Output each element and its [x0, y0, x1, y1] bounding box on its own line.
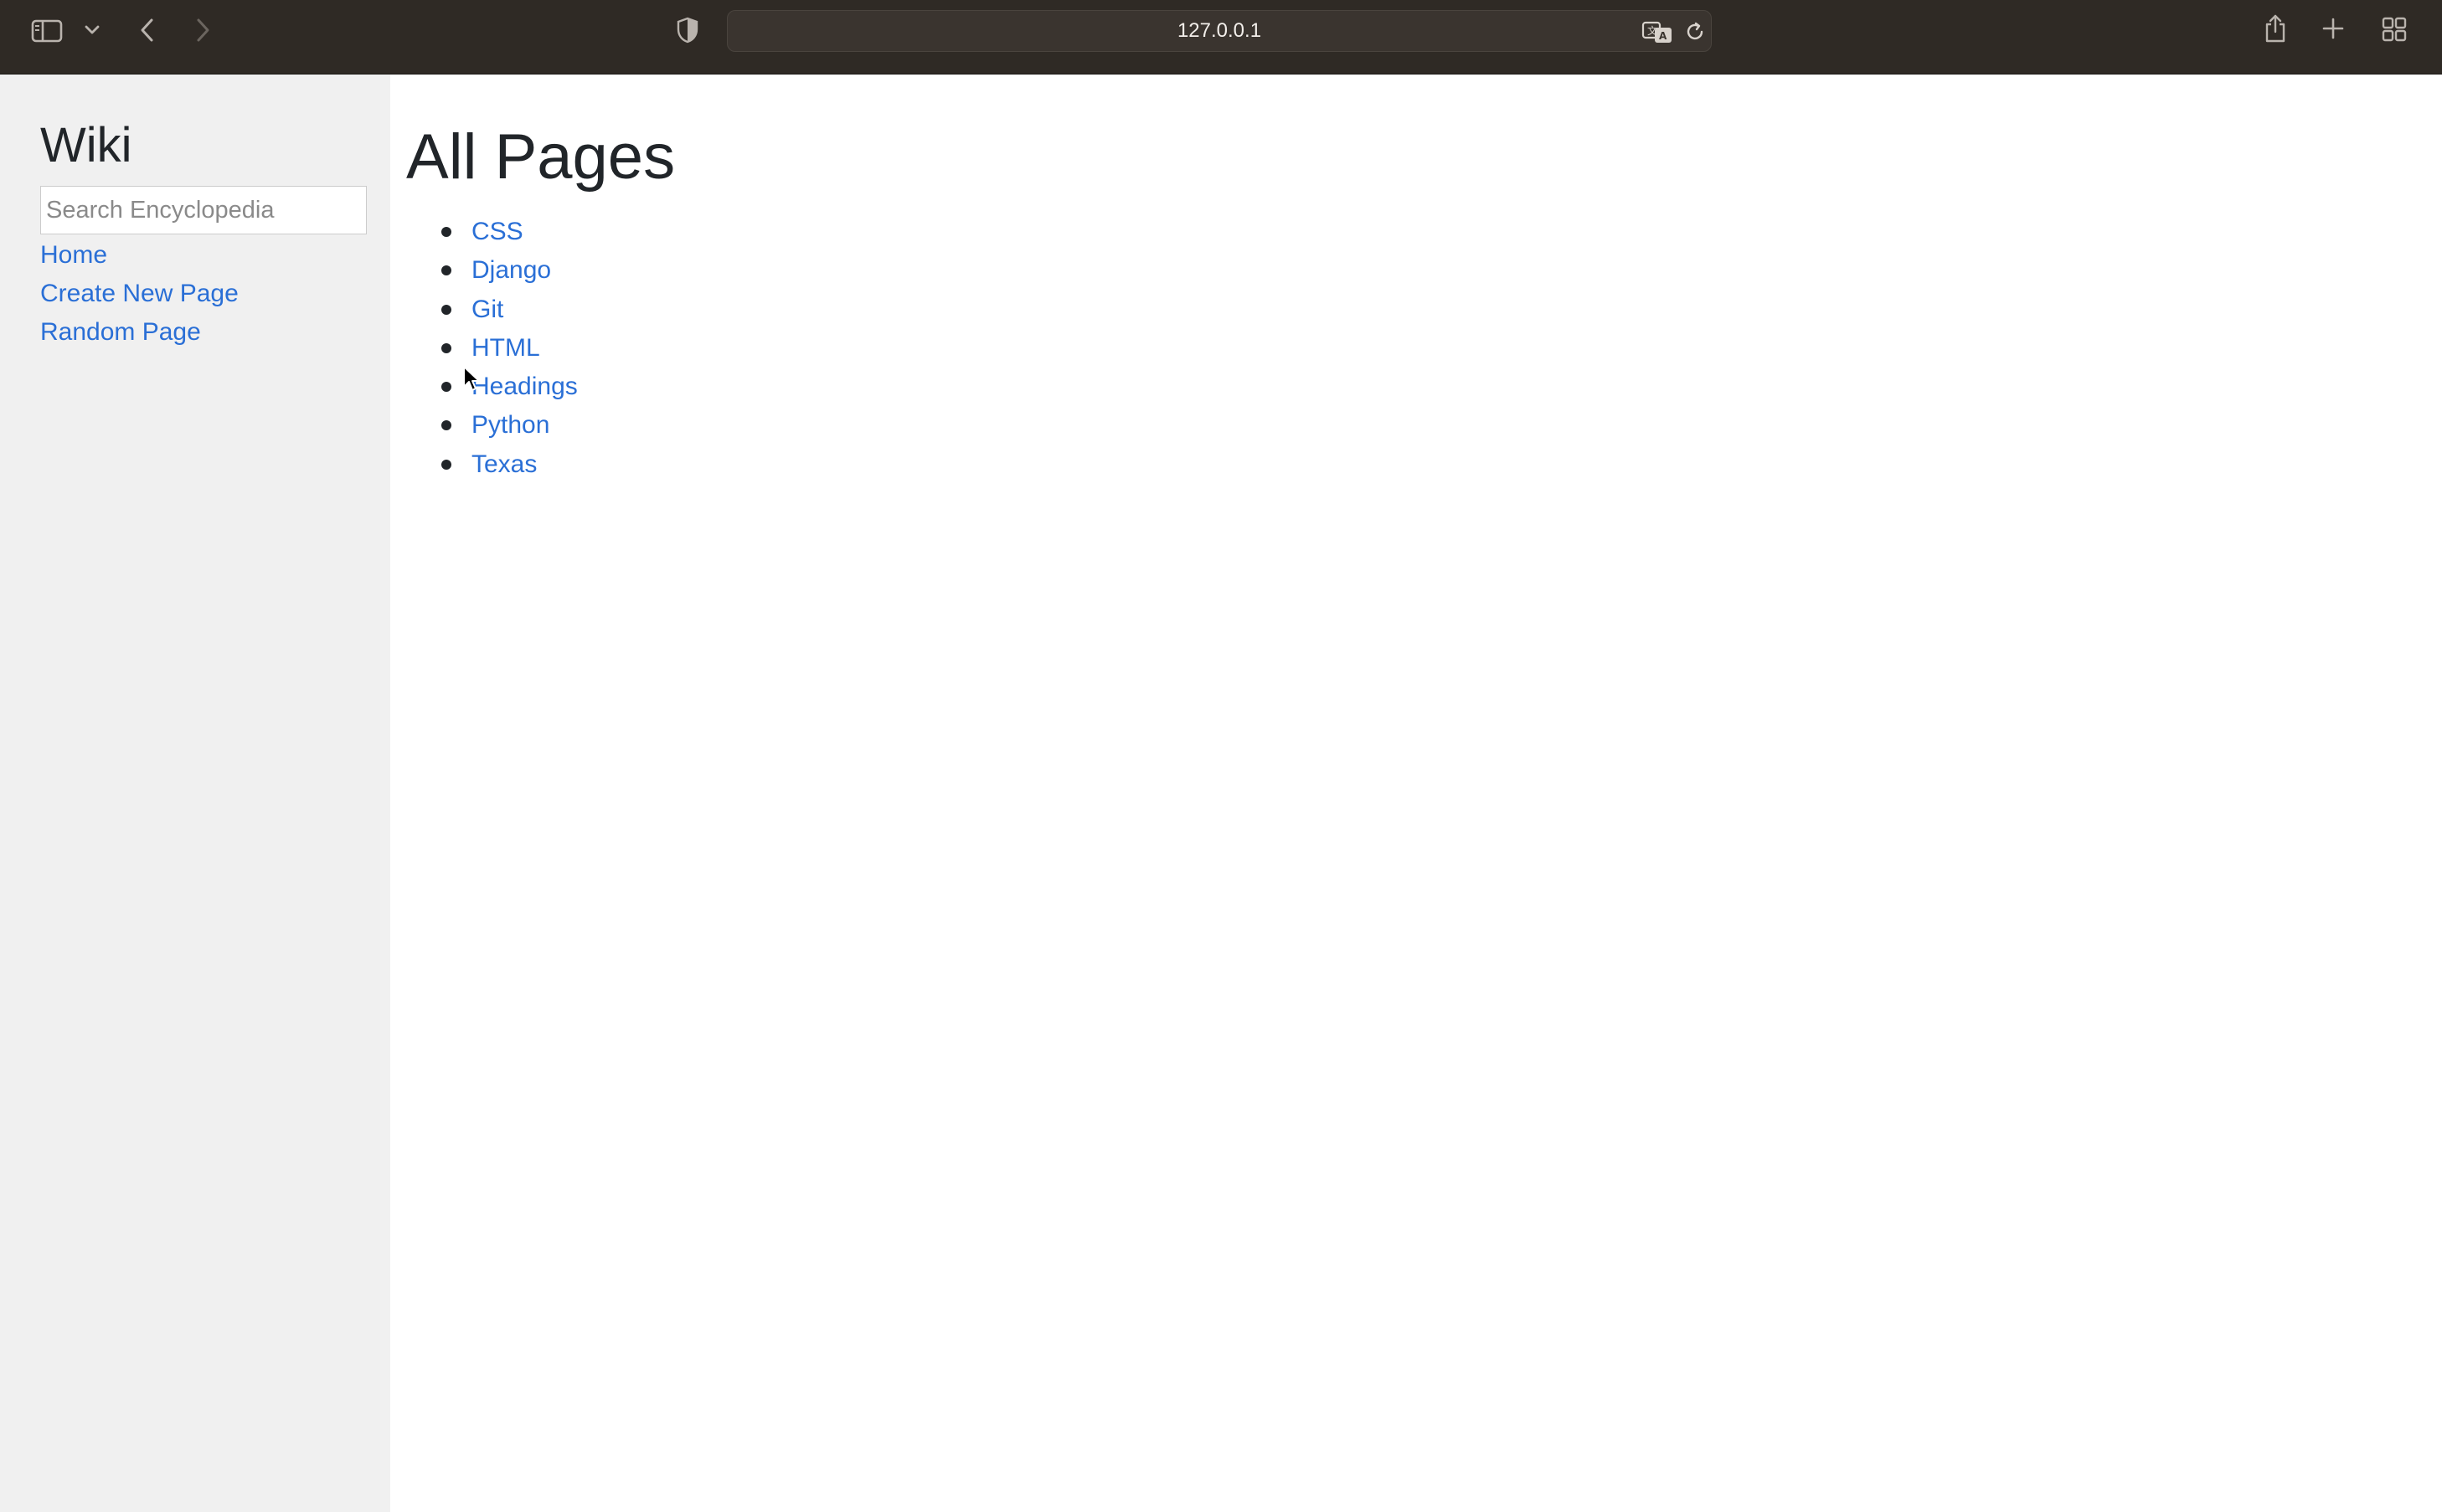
search-input[interactable] — [40, 186, 367, 234]
list-item: Python — [406, 406, 578, 445]
new-tab-button[interactable] — [2320, 15, 2347, 42]
sidebar: Wiki Home Create New Page Random Page — [0, 75, 390, 1512]
page-link-python[interactable]: Python — [471, 411, 549, 439]
list-item: HTML — [406, 329, 578, 368]
url-text: 127.0.0.1 — [1177, 19, 1262, 42]
sidebar-toggle-button[interactable] — [30, 17, 64, 45]
list-item: Texas — [406, 445, 578, 484]
list-item: Django — [406, 251, 578, 290]
privacy-shield-icon — [677, 17, 698, 44]
bullet — [441, 459, 451, 470]
page-list: CSS Django Git HTML Headings Python Texa… — [406, 213, 578, 484]
sidebar-toggle-icon — [31, 19, 63, 43]
svg-text:文: 文 — [1647, 24, 1657, 37]
chevron-down-icon — [85, 25, 100, 34]
site-title: Wiki — [40, 118, 132, 172]
bullet — [441, 227, 451, 237]
page-link-django[interactable]: Django — [471, 256, 551, 284]
translate-button[interactable]: 文 A — [1641, 18, 1674, 46]
sidebar-link-home[interactable]: Home — [40, 240, 107, 270]
tab-overview-button[interactable] — [2380, 15, 2409, 44]
sidebar-menu-button[interactable] — [82, 20, 102, 40]
sidebar-link-create-new-page[interactable]: Create New Page — [40, 279, 239, 309]
page-link-headings[interactable]: Headings — [471, 373, 578, 400]
forward-icon — [197, 18, 209, 42]
reload-button[interactable] — [1682, 19, 1708, 44]
reload-icon — [1687, 22, 1703, 40]
bullet — [441, 265, 451, 276]
list-item: Git — [406, 291, 578, 329]
back-button[interactable] — [134, 15, 159, 45]
page-link-git[interactable]: Git — [471, 296, 503, 323]
page-title: All Pages — [406, 121, 676, 193]
browser-toolbar: 127.0.0.1 文 A — [0, 0, 2442, 75]
list-item: CSS — [406, 213, 578, 251]
bullet — [441, 382, 451, 393]
back-icon — [141, 18, 153, 42]
forward-button[interactable] — [191, 15, 216, 45]
tab-overview-icon — [2382, 17, 2407, 42]
mouse-pointer-icon — [463, 366, 480, 391]
svg-text:A: A — [1659, 30, 1667, 42]
page-link-css[interactable]: CSS — [471, 218, 523, 245]
share-button[interactable] — [2261, 12, 2290, 45]
privacy-report-button[interactable] — [675, 15, 700, 45]
address-bar[interactable]: 127.0.0.1 文 A — [727, 10, 1712, 52]
share-icon — [2265, 14, 2285, 43]
bullet — [441, 420, 451, 431]
translate-icon: 文 A — [1641, 21, 1672, 43]
sidebar-link-random-page[interactable]: Random Page — [40, 317, 201, 347]
bullet — [441, 342, 451, 353]
page-link-html[interactable]: HTML — [471, 334, 540, 362]
new-tab-icon — [2322, 18, 2344, 39]
list-item: Headings — [406, 368, 578, 406]
page-link-texas[interactable]: Texas — [471, 450, 537, 478]
bullet — [441, 304, 451, 315]
